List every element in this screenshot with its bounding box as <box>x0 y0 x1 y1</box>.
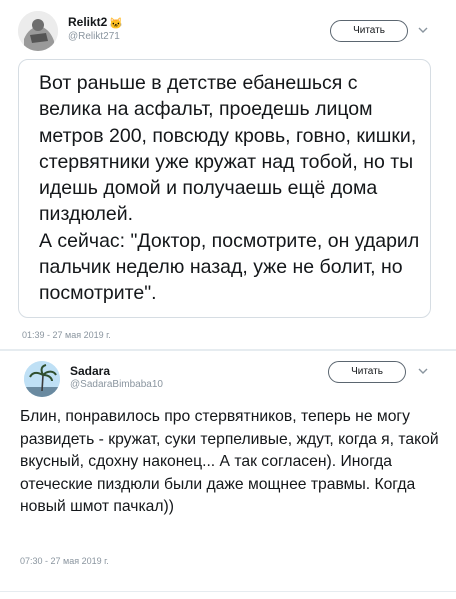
timestamp[interactable]: 07:30 - 27 мая 2019 г. <box>20 556 109 566</box>
tweet-text: Блин, понравилось про стервятников, тепе… <box>20 408 439 516</box>
chevron-down-icon[interactable] <box>416 24 430 38</box>
tweet-relikt: Relikt2 🐱 @Relikt271 Читать Вот раньше в … <box>0 0 456 350</box>
display-name[interactable]: Relikt2 🐱 <box>68 15 123 30</box>
avatar-illustration-icon <box>18 11 58 51</box>
avatar[interactable] <box>24 361 60 397</box>
cat-emoji-icon: 🐱 <box>109 18 124 30</box>
palm-tree-avatar-icon <box>24 361 60 397</box>
tweet-text-box: Вот раньше в детстве ебанешься с велика … <box>18 59 431 318</box>
avatar[interactable] <box>18 11 58 51</box>
tweet-text: Вот раньше в детстве ебанешься с велика … <box>39 72 420 305</box>
chevron-down-icon[interactable] <box>416 365 430 379</box>
timestamp[interactable]: 01:39 - 27 мая 2019 г. <box>22 330 111 340</box>
tweet-sadara: Sadara @SadaraBimbaba10 Читать Блин, пон… <box>0 351 456 599</box>
follow-button[interactable]: Читать <box>330 20 408 42</box>
user-handle[interactable]: @SadaraBimbaba10 <box>70 379 163 390</box>
divider <box>0 591 456 592</box>
follow-button[interactable]: Читать <box>328 361 406 383</box>
display-name[interactable]: Sadara <box>70 364 110 378</box>
user-handle[interactable]: @Relikt271 <box>68 31 120 42</box>
